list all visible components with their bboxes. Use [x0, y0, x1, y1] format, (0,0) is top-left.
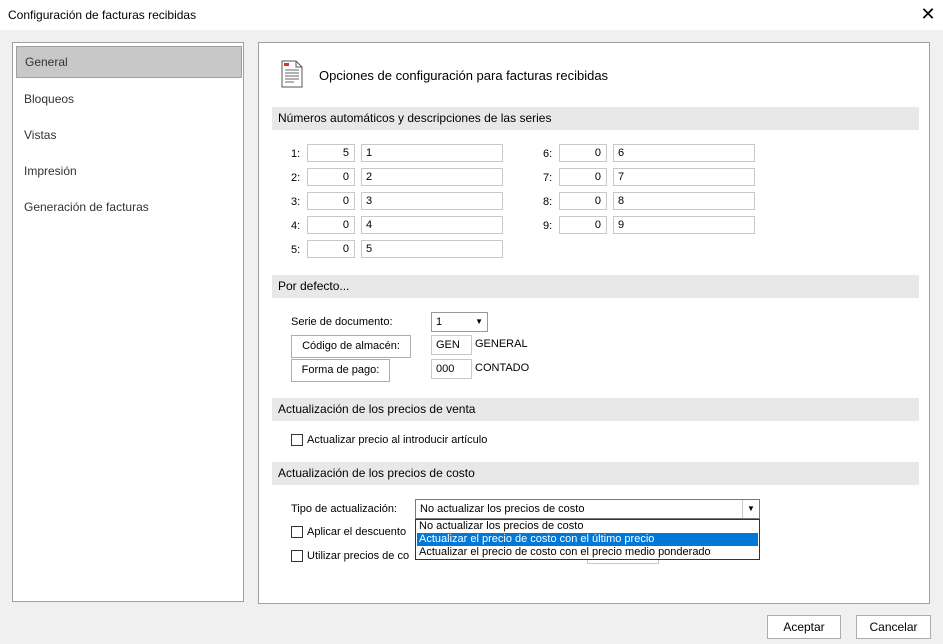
- sidebar-item-generacion[interactable]: Generación de facturas: [16, 191, 242, 223]
- almacen-name: GENERAL: [475, 338, 528, 350]
- section-venta: Actualización de los precios de venta: [272, 398, 919, 421]
- aplicar-descuento-label: Aplicar el descuento: [307, 526, 407, 538]
- series-label: 6:: [543, 148, 553, 160]
- cancel-button[interactable]: Cancelar: [856, 615, 931, 639]
- tipo-actualizacion-options: No actualizar los precios de costo Actua…: [415, 519, 760, 560]
- series-number-field[interactable]: 0: [307, 240, 355, 258]
- aplicar-descuento-checkbox[interactable]: [291, 526, 303, 538]
- series-label: 3:: [291, 196, 301, 208]
- series-number-field[interactable]: 0: [307, 216, 355, 234]
- accept-button[interactable]: Aceptar: [767, 615, 841, 639]
- forma-pago-code-field[interactable]: 000: [431, 359, 472, 379]
- chevron-down-icon[interactable]: ▼: [742, 500, 759, 518]
- actualizar-precio-checkbox[interactable]: [291, 434, 303, 446]
- page-title: Opciones de configuración para facturas …: [319, 68, 609, 83]
- series-number-field[interactable]: 0: [559, 216, 607, 234]
- series-label: 1:: [291, 148, 301, 160]
- serie-label: Serie de documento:: [291, 316, 393, 328]
- chevron-down-icon: ▼: [475, 317, 483, 326]
- tipo-actualizacion-value: No actualizar los precios de costo: [420, 503, 585, 515]
- option-ultimo-precio[interactable]: Actualizar el precio de costo con el últ…: [417, 533, 758, 546]
- close-icon[interactable]: ✕: [918, 4, 938, 24]
- tipo-actualizacion-select[interactable]: No actualizar los precios de costo ▼: [415, 499, 760, 519]
- document-icon: [281, 60, 303, 88]
- section-costo: Actualización de los precios de costo: [272, 462, 919, 485]
- series-label: 4:: [291, 220, 301, 232]
- series-desc-field[interactable]: 1: [361, 144, 503, 162]
- series-desc-field[interactable]: 4: [361, 216, 503, 234]
- series-number-field[interactable]: 0: [559, 144, 607, 162]
- tipo-actualizacion-label: Tipo de actualización:: [291, 503, 397, 515]
- series-desc-field[interactable]: 6: [613, 144, 755, 162]
- series-desc-field[interactable]: 9: [613, 216, 755, 234]
- sidebar-item-bloqueos[interactable]: Bloqueos: [16, 83, 242, 115]
- series-label: 5:: [291, 244, 301, 256]
- series-number-field[interactable]: 0: [307, 192, 355, 210]
- section-defaults: Por defecto...: [272, 275, 919, 298]
- series-desc-field[interactable]: 8: [613, 192, 755, 210]
- sidebar: General Bloqueos Vistas Impresión Genera…: [12, 42, 244, 602]
- almacen-button[interactable]: Código de almacén:: [291, 335, 411, 358]
- option-no-actualizar[interactable]: No actualizar los precios de costo: [417, 520, 758, 533]
- sidebar-item-vistas[interactable]: Vistas: [16, 119, 242, 151]
- series-desc-field[interactable]: 7: [613, 168, 755, 186]
- series-label: 9:: [543, 220, 553, 232]
- option-precio-medio[interactable]: Actualizar el precio de costo con el pre…: [417, 546, 758, 559]
- almacen-code-field[interactable]: GEN: [431, 335, 472, 355]
- series-desc-field[interactable]: 2: [361, 168, 503, 186]
- sidebar-item-label: General: [25, 55, 68, 69]
- sidebar-item-label: Impresión: [24, 164, 77, 178]
- series-label: 2:: [291, 172, 301, 184]
- series-desc-field[interactable]: 3: [361, 192, 503, 210]
- forma-pago-button[interactable]: Forma de pago:: [291, 359, 390, 382]
- sidebar-item-label: Generación de facturas: [24, 200, 149, 214]
- actualizar-precio-label: Actualizar precio al introducir artículo: [307, 434, 488, 446]
- sidebar-item-label: Vistas: [24, 128, 57, 142]
- serie-select[interactable]: 1 ▼: [431, 312, 488, 332]
- utilizar-precios-checkbox[interactable]: [291, 550, 303, 562]
- series-desc-field[interactable]: 5: [361, 240, 503, 258]
- series-number-field[interactable]: 0: [559, 168, 607, 186]
- sidebar-item-general[interactable]: General: [16, 46, 242, 78]
- forma-pago-name: CONTADO: [475, 362, 530, 374]
- sidebar-item-label: Bloqueos: [24, 92, 75, 106]
- series-number-field[interactable]: 5: [307, 144, 355, 162]
- series-number-field[interactable]: 0: [307, 168, 355, 186]
- sidebar-item-impresion[interactable]: Impresión: [16, 155, 242, 187]
- series-label: 7:: [543, 172, 553, 184]
- series-label: 8:: [543, 196, 553, 208]
- serie-select-value: 1: [436, 316, 443, 328]
- section-series: Números automáticos y descripciones de l…: [272, 107, 919, 130]
- utilizar-precios-label: Utilizar precios de co: [307, 550, 410, 562]
- window-title: Configuración de facturas recibidas: [8, 8, 197, 22]
- series-number-field[interactable]: 0: [559, 192, 607, 210]
